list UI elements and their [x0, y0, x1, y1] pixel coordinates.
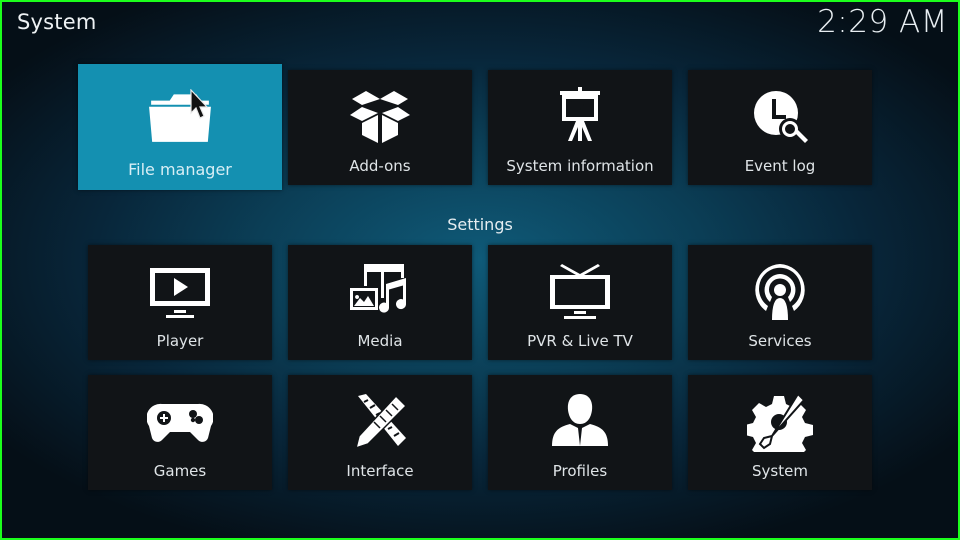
tile-label: File manager [128, 160, 232, 179]
tile-label: Profiles [552, 462, 608, 480]
tv-antenna-icon [545, 261, 615, 323]
tile-event-log[interactable]: Event log [688, 70, 872, 185]
page-title: System [17, 10, 97, 34]
settings-heading: Settings [447, 215, 513, 234]
mouse-cursor-icon [190, 89, 209, 119]
tile-system[interactable]: System [688, 375, 872, 490]
tile-label: Media [357, 332, 403, 350]
clock-search-icon [745, 86, 815, 148]
gamepad-icon [145, 391, 215, 453]
tile-services[interactable]: Services [688, 245, 872, 360]
tile-label: Event log [744, 157, 816, 175]
tile-player[interactable]: Player [88, 245, 272, 360]
broadcast-person-icon [745, 261, 815, 323]
tile-file-manager[interactable]: File manager [78, 64, 282, 190]
tile-interface[interactable]: Interface [288, 375, 472, 490]
tile-profiles[interactable]: Profiles [488, 375, 672, 490]
tile-add-ons[interactable]: Add-ons [288, 70, 472, 185]
kodi-system-screen: System 2:29 AM File manager Add-ons Syst… [0, 0, 960, 540]
presentation-board-icon [545, 86, 615, 148]
tile-pvr-live-tv[interactable]: PVR & Live TV [488, 245, 672, 360]
gear-wrench-icon [745, 391, 815, 453]
tile-label: System information [506, 157, 654, 175]
clock: 2:29 AM [817, 4, 948, 40]
tile-games[interactable]: Games [88, 375, 272, 490]
ruler-pencil-icon [345, 391, 415, 453]
tile-label: Services [748, 332, 812, 350]
tile-label: Interface [346, 462, 414, 480]
tile-media[interactable]: Media [288, 245, 472, 360]
tile-label: Player [156, 332, 204, 350]
monitor-play-icon [145, 261, 215, 323]
tile-label: Add-ons [349, 157, 411, 175]
user-profile-icon [545, 391, 615, 453]
tile-label: PVR & Live TV [527, 332, 633, 350]
media-film-picture-music-icon [345, 261, 415, 323]
box-icon [345, 86, 415, 148]
tile-label: System [752, 462, 808, 480]
tile-system-information[interactable]: System information [488, 70, 672, 185]
tile-label: Games [153, 462, 207, 480]
